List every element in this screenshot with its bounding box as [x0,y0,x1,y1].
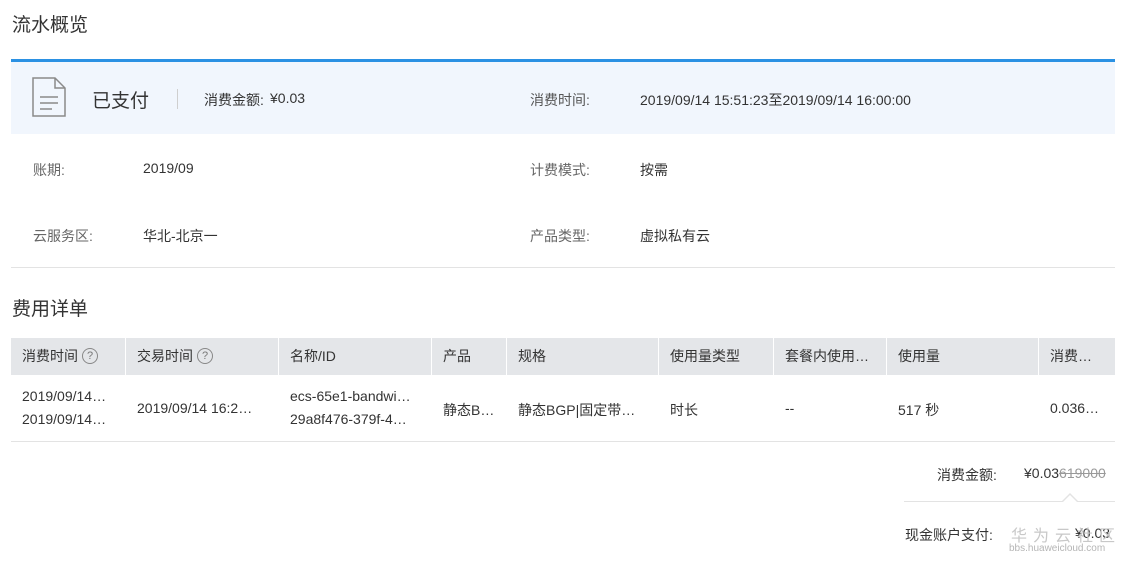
trade-time: 2019/09/14 16:2… [137,400,253,416]
column-header-spec[interactable]: 规格 [507,338,659,375]
question-circle-icon[interactable]: ? [197,348,213,365]
total-amount-main: ¥0.03 [1024,465,1060,481]
amount: 0.036… [1050,400,1100,416]
consume-time-value: 2019/09/14 15:51:23至2019/09/14 16:00:00 [640,92,911,108]
product-type-value: 虚拟私有云 [640,228,710,244]
total-amount-label: 消费金额: [937,467,997,483]
page-title: 流水概览 [12,15,89,36]
consume-time-label: 消费时间: [530,92,590,108]
document-icon [32,77,66,117]
billing-mode-label: 计费模式: [530,162,590,178]
product: 静态B… [443,402,495,418]
watermark-url: bbs.huaweicloud.com [1009,543,1106,554]
region-label: 云服务区: [33,228,93,244]
overview-card: 已支付 消费金额: ¥0.03 消费时间: 2019/09/14 15:51:2… [11,59,1115,268]
column-header-consume-time[interactable]: 消费时间? [11,338,126,375]
product-type-label: 产品类型: [530,228,590,244]
payment-status: 已支付 [92,91,150,112]
package-usage: -- [785,400,795,416]
consume-time-start: 2019/09/14… [22,388,107,404]
usage: 517 秒 [898,402,940,418]
total-amount-value: ¥0.03619000 [1024,465,1106,481]
usage-type: 时长 [670,402,698,418]
billing-period-label: 账期: [33,162,65,178]
billing-mode-value: 按需 [640,162,668,178]
table-header: 消费时间? 交易时间? 名称/ID 产品 规格 使用量类型 套餐内使用… 使用量… [11,338,1115,375]
column-header-usage-type[interactable]: 使用量类型 [659,338,774,375]
section-title: 费用详单 [12,299,89,320]
column-header-trade-time[interactable]: 交易时间? [126,338,279,375]
column-header-amount[interactable]: 消费… [1039,338,1115,375]
billing-period-value: 2019/09 [143,160,194,176]
divider [177,89,178,109]
cash-payment-label: 现金账户支付: [905,527,993,543]
resource-name: ecs-65e1-bandwi… [290,388,411,404]
overview-header: 已支付 消费金额: ¥0.03 消费时间: 2019/09/14 15:51:2… [11,62,1115,134]
column-header-label: 交易时间 [137,348,193,364]
table-row: 2019/09/14… 2019/09/14… 2019/09/14 16:2…… [11,375,1115,442]
column-header-label: 消费时间 [22,348,78,364]
amount-label: 消费金额: [204,92,264,108]
amount-value: ¥0.03 [270,90,306,106]
totals-divider [904,501,1115,502]
consume-time-end: 2019/09/14… [22,411,107,427]
column-header-name-id[interactable]: 名称/ID [279,338,432,375]
column-header-product[interactable]: 产品 [432,338,507,375]
spec: 静态BGP|固定带… [518,402,636,418]
resource-id: 29a8f476-379f-4… [290,411,407,427]
total-amount-strike: 619000 [1059,465,1106,481]
caret-up-inner [1063,495,1077,502]
question-circle-icon[interactable]: ? [82,348,98,365]
column-header-usage[interactable]: 使用量 [887,338,1039,375]
column-header-package-usage[interactable]: 套餐内使用… [774,338,887,375]
region-value: 华北-北京一 [143,228,218,244]
